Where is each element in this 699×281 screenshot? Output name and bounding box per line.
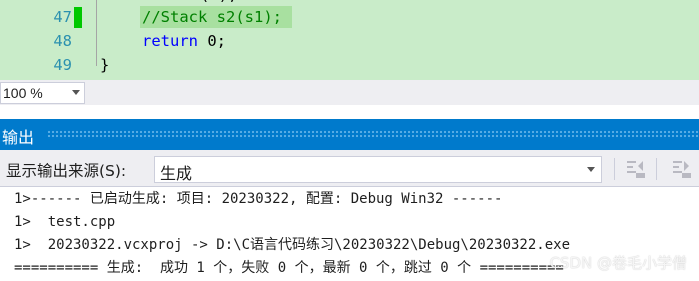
toolbar-separator <box>614 158 615 180</box>
watermark: CSDN @卷毛小学僧 <box>549 254 687 272</box>
output-line: 1> test.cpp <box>14 214 116 230</box>
panel-title: 输出 <box>2 128 35 147</box>
chevron-down-icon[interactable] <box>587 167 595 172</box>
editor-status-strip <box>0 80 699 105</box>
output-panel-titlebar[interactable]: 输出 <box>0 119 699 150</box>
output-line: ========== 生成: 成功 1 个，失败 0 个，最新 0 个，跳过 0… <box>14 260 564 276</box>
output-line: 1>------ 已启动生成: 项目: 20230322, 配置: Debug … <box>14 191 503 207</box>
output-source-label: 显示输出来源(S): <box>6 162 127 180</box>
clear-all-icon[interactable] <box>670 158 694 180</box>
find-message-icon[interactable] <box>624 158 648 180</box>
code-line-48[interactable]: return 0; <box>142 30 226 52</box>
output-line: 1> 20230322.vcxproj -> D:\C语言代码练习\202303… <box>14 237 571 253</box>
code-line-49[interactable]: } <box>100 54 109 76</box>
chevron-down-icon[interactable] <box>72 90 80 95</box>
change-indicator-bar <box>74 7 82 28</box>
outline-fold-guide <box>96 0 97 66</box>
code-line-47[interactable]: //Stack s2(s1); <box>142 6 282 28</box>
line-number: 49 <box>53 56 72 74</box>
line-number: 48 <box>53 32 72 50</box>
code-editor[interactable]: ( ); 47 48 49 //Stack s2(s1); return 0; … <box>0 0 699 80</box>
code-text: 0; <box>198 32 226 50</box>
toolbar-separator <box>656 158 657 180</box>
output-source-value: 生成 <box>160 164 193 183</box>
line-number: 47 <box>53 8 72 26</box>
drag-grip[interactable] <box>47 130 699 139</box>
line-number-gutter: 47 48 49 <box>0 0 83 80</box>
output-toolbar: 显示输出来源(S): 生成 <box>0 150 699 187</box>
zoom-value: 100 % <box>3 85 43 101</box>
keyword-return: return <box>142 32 198 50</box>
output-source-select[interactable]: 生成 <box>154 156 602 183</box>
zoom-combobox[interactable]: 100 % <box>0 82 85 104</box>
